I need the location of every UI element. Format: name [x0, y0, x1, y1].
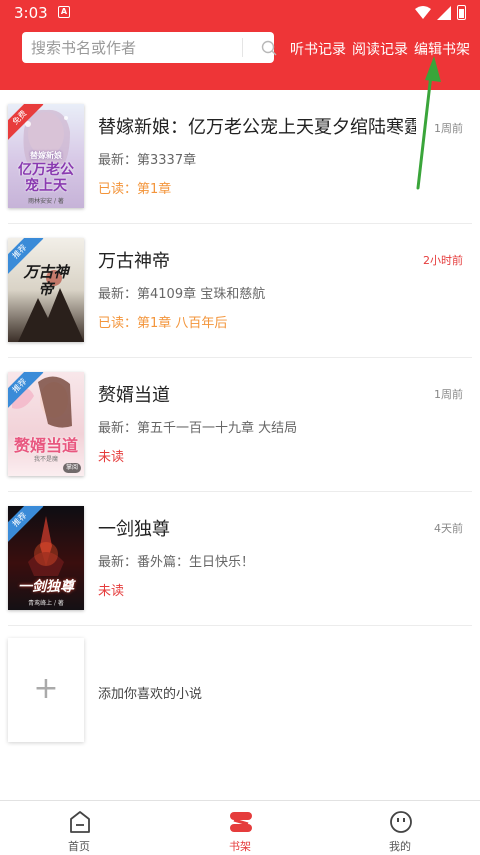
book-read-progress: 已读：第1章 八百年后 — [98, 316, 228, 331]
book-update-time: 1周前 — [434, 388, 463, 401]
tab-home[interactable]: 首页 — [29, 801, 129, 855]
signal-icon — [437, 5, 451, 20]
tab-shelf[interactable]: 书架 — [190, 801, 290, 855]
home-icon — [70, 811, 90, 833]
book-cover[interactable]: 赘婿当道 我不是魔 掌阅 推荐 — [8, 372, 84, 476]
app-header: 3:03 A 听书记录 阅读记录 编辑书架 — [0, 0, 480, 90]
notification-icon: A — [58, 6, 70, 18]
status-icons — [415, 5, 466, 20]
status-bar: 3:03 A — [0, 0, 480, 26]
read-history-link[interactable]: 阅读记录 — [352, 39, 408, 59]
book-latest-chapter: 最新：第3337章 — [98, 153, 197, 168]
bottom-nav: 首页 书架 我的 — [0, 800, 480, 855]
book-read-progress: 已读：第1章 — [98, 182, 172, 197]
wifi-icon — [415, 5, 431, 19]
cover-author: 青鸾峰上 / 著 — [28, 600, 64, 607]
cover-author: 我不是魔 — [33, 456, 58, 463]
status-time: 3:03 — [14, 4, 48, 22]
book-update-time: 2小时前 — [423, 254, 463, 267]
publisher-badge: 掌阅 — [62, 463, 81, 473]
cover-subtitle: 替嫁新娘 — [30, 150, 62, 160]
search-input[interactable] — [31, 32, 231, 63]
search-box[interactable] — [22, 32, 277, 63]
book-update-time: 4天前 — [434, 522, 463, 535]
tab-home-label: 首页 — [68, 840, 90, 853]
book-latest-chapter: 最新：第五千一百一十九章 大结局 — [98, 421, 298, 436]
add-book-label[interactable]: 添加你喜欢的小说 — [98, 683, 202, 702]
book-latest-chapter: 最新：第4109章 宝珠和慈航 — [98, 287, 266, 302]
book-title[interactable]: 赘婿当道 — [98, 381, 170, 407]
book-read-progress: 未读 — [98, 584, 125, 599]
book-item[interactable]: 替嫁新娘 亿万老公宠上天 雨林安安 / 著 免费 替嫁新娘：亿万老公宠上天夏夕绾… — [0, 90, 480, 224]
book-read-progress: 未读 — [98, 450, 125, 465]
plus-icon: + — [33, 671, 59, 706]
book-update-time: 1周前 — [434, 122, 463, 135]
profile-icon — [390, 811, 412, 833]
tab-shelf-label: 书架 — [229, 840, 251, 853]
book-item[interactable]: 万古神帝 推荐 万古神帝 2小时前 最新：第4109章 宝珠和慈航 已读：第1章… — [0, 224, 480, 358]
cover-title: 赘婿当道 — [13, 436, 78, 455]
book-cover[interactable]: 替嫁新娘 亿万老公宠上天 雨林安安 / 著 免费 — [8, 104, 84, 208]
listen-history-link[interactable]: 听书记录 — [290, 39, 346, 59]
book-item[interactable]: 赘婿当道 我不是魔 掌阅 推荐 赘婿当道 1周前 最新：第五千一百一十九章 大结… — [0, 358, 480, 492]
search-divider — [242, 38, 243, 57]
cover-title: 一剑独尊 — [18, 579, 74, 595]
bookshelf-icon — [230, 812, 252, 832]
cover-title: 亿万老公宠上天 — [18, 162, 74, 194]
cover-title: 万古神帝 — [23, 263, 69, 298]
book-cover[interactable]: 万古神帝 推荐 — [8, 238, 84, 342]
book-latest-chapter: 最新：番外篇：生日快乐！ — [98, 555, 255, 570]
book-cover[interactable]: 一剑独尊 青鸾峰上 / 著 推荐 — [8, 506, 84, 610]
battery-icon — [457, 5, 466, 20]
book-title[interactable]: 替嫁新娘：亿万老公宠上天夏夕绾陆寒霆 — [98, 113, 416, 139]
search-icon[interactable] — [261, 40, 277, 56]
tab-mine-label: 我的 — [389, 840, 411, 853]
divider — [8, 625, 472, 626]
book-item[interactable]: 一剑独尊 青鸾峰上 / 著 推荐 一剑独尊 4天前 最新：番外篇：生日快乐！ 未… — [0, 492, 480, 626]
edit-shelf-link[interactable]: 编辑书架 — [414, 39, 470, 59]
cover-author: 雨林安安 / 著 — [28, 198, 64, 205]
add-book-button[interactable]: + — [8, 638, 84, 742]
tab-mine[interactable]: 我的 — [350, 801, 450, 855]
book-title[interactable]: 万古神帝 — [98, 247, 170, 273]
book-title[interactable]: 一剑独尊 — [98, 515, 170, 541]
